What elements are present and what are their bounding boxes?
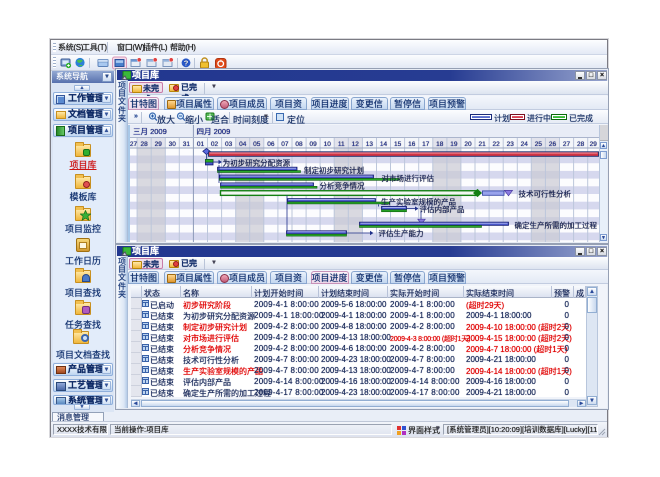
- svg-text:为初步研究分配资源: 为初步研究分配资源: [222, 158, 290, 168]
- svg-text:21: 21: [478, 141, 486, 148]
- svg-text:三月 2009: 三月 2009: [133, 127, 167, 136]
- svg-text:18: 18: [436, 141, 444, 148]
- svg-text:17: 17: [422, 141, 430, 148]
- svg-text:06: 06: [267, 141, 275, 148]
- svg-text:12: 12: [351, 141, 359, 148]
- svg-text:25: 25: [534, 141, 542, 148]
- svg-text:11: 11: [337, 141, 344, 148]
- svg-text:10: 10: [323, 141, 331, 148]
- svg-text:27: 27: [130, 141, 137, 148]
- svg-text:分析竞争情况: 分析竞争情况: [319, 181, 364, 191]
- svg-text:05: 05: [253, 141, 261, 148]
- svg-text:22: 22: [492, 141, 500, 148]
- svg-text:27: 27: [562, 141, 570, 148]
- svg-text:19: 19: [450, 141, 458, 148]
- svg-text:评估内部产品: 评估内部产品: [419, 204, 464, 214]
- svg-text:07: 07: [281, 141, 289, 148]
- svg-text:02: 02: [210, 141, 218, 148]
- svg-text:31: 31: [182, 141, 190, 148]
- svg-text:技术可行性分析: 技术可行性分析: [518, 189, 571, 199]
- svg-text:确定生产所需的加工过程: 确定生产所需的加工过程: [514, 220, 597, 230]
- svg-text:23: 23: [506, 141, 514, 148]
- svg-text:四月 2009: 四月 2009: [196, 127, 230, 136]
- svg-text:14: 14: [379, 141, 387, 148]
- svg-text:24: 24: [520, 141, 528, 148]
- svg-text:?: ?: [184, 59, 189, 68]
- svg-text:03: 03: [224, 141, 232, 148]
- svg-text:20: 20: [464, 141, 472, 148]
- svg-text:制定初步研究计划: 制定初步研究计划: [304, 165, 364, 175]
- svg-text:13: 13: [365, 141, 373, 148]
- svg-text:09: 09: [309, 141, 317, 148]
- svg-text:04: 04: [239, 141, 247, 148]
- svg-text:28: 28: [576, 141, 584, 148]
- svg-text:08: 08: [295, 141, 303, 148]
- svg-text:评估生产能力: 评估生产能力: [378, 228, 423, 238]
- svg-text:01: 01: [196, 141, 204, 148]
- svg-text:对市场进行评估: 对市场进行评估: [381, 173, 434, 183]
- svg-text:26: 26: [548, 141, 556, 148]
- svg-text:30: 30: [168, 141, 176, 148]
- svg-text:16: 16: [408, 141, 416, 148]
- svg-text:29: 29: [589, 141, 597, 148]
- svg-text:28: 28: [140, 141, 148, 148]
- svg-text:15: 15: [393, 141, 401, 148]
- svg-text:29: 29: [154, 141, 162, 148]
